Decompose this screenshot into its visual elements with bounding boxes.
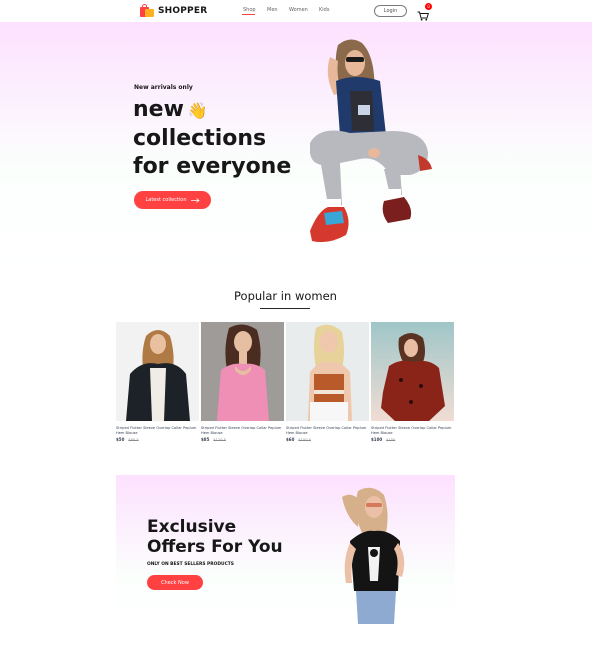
product-card[interactable]: Striped Flutter Sleeve Overlap Collar Pe… — [116, 322, 199, 442]
shopping-bag-icon — [140, 4, 154, 17]
cart-count-badge: 0 — [425, 3, 432, 10]
product-image — [286, 322, 369, 421]
product-image — [371, 322, 454, 421]
offers-title-line1: Exclusive — [147, 517, 237, 537]
hero-title-line2: collections — [133, 126, 267, 151]
product-name: Striped Flutter Sleeve Overlap Collar Pe… — [201, 426, 282, 436]
offers-title: Exclusive Offers For You — [147, 517, 283, 557]
product-old-price: $120.5 — [213, 437, 226, 442]
nav-item-women[interactable]: Women — [289, 7, 308, 13]
hero-title: new 👋 collections for everyone — [133, 96, 303, 181]
product-image — [201, 322, 284, 421]
nav-item-shop[interactable]: Shop — [243, 7, 256, 13]
offers-title-line2: Offers For You — [147, 537, 283, 557]
product-new-price: $85 — [201, 437, 210, 443]
product-old-price: $80.5 — [128, 437, 139, 442]
hero-tagline: New arrivals only — [134, 84, 193, 91]
hero-title-line3: for everyone — [133, 154, 292, 179]
offers-model-image — [342, 487, 405, 624]
hero-title-line1: new — [133, 97, 184, 122]
product-image — [116, 322, 199, 421]
brand-logo[interactable]: SHOPPER — [140, 4, 207, 17]
offers-subtitle: ONLY ON BEST SELLERS PRODUCTS — [147, 562, 234, 567]
offers-banner: Exclusive Offers For You ONLY ON BEST SE… — [116, 475, 455, 624]
login-button[interactable]: Login — [374, 5, 407, 17]
navbar: SHOPPER Shop Men Women Kids Login 0 — [0, 0, 592, 22]
latest-collection-button[interactable]: Latest collection — [134, 191, 211, 209]
product-name: Striped Flutter Sleeve Overlap Collar Pe… — [286, 426, 367, 436]
product-card[interactable]: Striped Flutter Sleeve Overlap Collar Pe… — [371, 322, 454, 442]
hero-model-image — [310, 39, 432, 243]
product-card[interactable]: Striped Flutter Sleeve Overlap Collar Pe… — [286, 322, 369, 442]
product-new-price: $50 — [116, 437, 125, 443]
nav-item-men[interactable]: Men — [267, 7, 278, 13]
product-new-price: $100 — [371, 437, 383, 443]
popular-section-title: Popular in women — [234, 289, 337, 303]
product-name: Striped Flutter Sleeve Overlap Collar Pe… — [116, 426, 197, 436]
product-grid: Striped Flutter Sleeve Overlap Collar Pe… — [116, 322, 456, 442]
arrow-right-icon — [190, 197, 200, 203]
product-old-price: $150 — [386, 437, 396, 442]
nav-item-kids[interactable]: Kids — [319, 7, 329, 13]
check-now-button[interactable]: Check Now — [147, 575, 203, 590]
waving-hand-icon: 👋 — [187, 101, 208, 120]
brand-name: SHOPPER — [158, 5, 208, 16]
product-card[interactable]: Striped Flutter Sleeve Overlap Collar Pe… — [201, 322, 284, 442]
product-old-price: $100.5 — [298, 437, 311, 442]
product-name: Striped Flutter Sleeve Overlap Collar Pe… — [371, 426, 452, 436]
latest-collection-label: Latest collection — [145, 197, 187, 203]
active-menu-indicator — [242, 14, 255, 15]
title-divider — [260, 308, 310, 309]
product-new-price: $60 — [286, 437, 295, 443]
